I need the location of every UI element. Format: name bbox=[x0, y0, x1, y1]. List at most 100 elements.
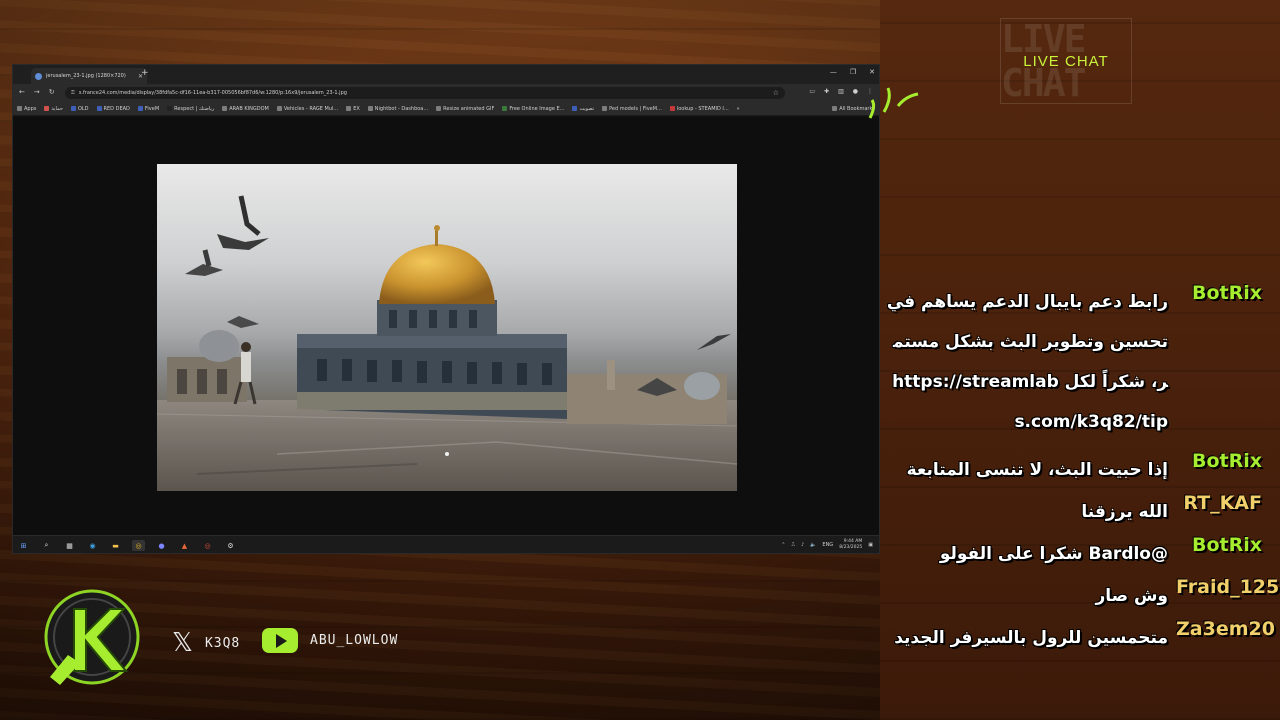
taskbar-clock[interactable]: 9:44 AM 8/23/2025 bbox=[839, 539, 862, 551]
adobe-icon[interactable]: ▲ bbox=[178, 540, 191, 551]
more-bookmarks-icon[interactable]: » bbox=[737, 106, 740, 112]
bookmark-item[interactable]: تصويت bbox=[572, 106, 594, 112]
bookmark-label: Resize animated GIF bbox=[443, 105, 495, 112]
x-handle: K3Q8 bbox=[204, 635, 241, 651]
mic-icon[interactable]: ♪ bbox=[801, 542, 804, 548]
volume-icon[interactable]: 🔈 bbox=[810, 542, 816, 548]
start-icon[interactable]: ⊞ bbox=[17, 540, 30, 551]
bookmark-label: تصويت bbox=[579, 105, 595, 112]
bookmark-label: Respect | رياضتك bbox=[174, 105, 215, 112]
chrome-icon[interactable]: ◎ bbox=[132, 540, 145, 551]
bookmark-item[interactable]: Vehicles - RAGE Mul... bbox=[276, 105, 339, 112]
chat-message: رابط دعم بايبال الدعم يساهم في تحسين وتط… bbox=[886, 282, 1262, 442]
tray-expand-icon[interactable]: ⌃ bbox=[781, 542, 785, 548]
edge-icon[interactable]: ◉ bbox=[86, 540, 99, 551]
reload-icon[interactable]: ↻ bbox=[49, 88, 55, 96]
clock-date: 8/23/2025 bbox=[839, 545, 863, 550]
youtube-handle: ABU_LOWLOW bbox=[310, 633, 399, 648]
bookmark-label: Apps bbox=[24, 105, 37, 112]
maximize-icon[interactable]: ❐ bbox=[850, 68, 856, 76]
site-info-icon[interactable]: ⚿ bbox=[71, 90, 75, 96]
jerusalem-photo-art bbox=[157, 195, 737, 491]
notification-icon[interactable]: ▣ bbox=[868, 542, 873, 548]
sidepanel-icon[interactable]: ▥ bbox=[838, 88, 844, 95]
chat-message-text: @Bardlo شكرا على الفولو bbox=[939, 544, 1168, 564]
chrome-profile-icon[interactable]: ◎ bbox=[201, 540, 214, 551]
extensions-icon[interactable]: ✚ bbox=[824, 88, 829, 95]
chat-message: وش صار Fraid_1258 bbox=[886, 576, 1280, 616]
jerusalem-photo[interactable] bbox=[157, 164, 737, 491]
bookmark-label: Free Online Image E... bbox=[509, 105, 565, 112]
profile-avatar-icon[interactable]: ● bbox=[853, 88, 858, 95]
chat-message: إذا حبيت البث، لا تنسى المتابعة BotRix bbox=[886, 450, 1262, 490]
bookmark-item[interactable]: FiveM bbox=[137, 106, 159, 112]
bookmark-item[interactable]: Respect | رياضتك bbox=[167, 106, 214, 112]
language-indicator[interactable]: ENG bbox=[822, 542, 833, 548]
bookmark-label: ARAB KINGDOM bbox=[229, 105, 269, 112]
browser-tab-bar: jerusalem_23-1.jpg (1280×720) ✕ + — ❐ ✕ bbox=[13, 65, 879, 84]
bookmark-item[interactable]: Apps bbox=[17, 106, 36, 112]
taskbar-apps: ⊞ ⌕ ▦ ◉ ▬ ◎ ● ▲ ◎ ⚙ bbox=[17, 540, 237, 551]
bookmark-label: حماية bbox=[51, 105, 63, 112]
settings-icon[interactable]: ⚙ bbox=[224, 540, 237, 551]
chat-username: BotRix bbox=[1191, 534, 1262, 556]
cast-icon[interactable]: ▭ bbox=[809, 88, 815, 95]
chat-title: LIVE CHAT bbox=[1023, 52, 1109, 70]
bookmark-item[interactable]: EX bbox=[346, 106, 360, 112]
youtube-logo-icon bbox=[262, 628, 298, 653]
tab-title: jerusalem_23-1.jpg (1280×720) bbox=[46, 73, 126, 79]
bookmark-label: RED DEAD bbox=[103, 105, 130, 112]
bookmarks-bar: Apps حماية OLD RED DEAD FiveM Respect | … bbox=[13, 102, 879, 116]
bookmark-item[interactable]: lookup - STEAMID I... bbox=[669, 106, 729, 112]
bookmark-item[interactable]: Ped models | FiveM... bbox=[602, 106, 662, 112]
system-tray: ⌃ ⎍ ♪ 🔈 ENG 9:44 AM 8/23/2025 ▣ bbox=[781, 539, 873, 551]
x-logo-icon: 𝕏 bbox=[172, 628, 193, 658]
bookmark-item[interactable]: حماية bbox=[44, 106, 63, 112]
window-controls: — ❐ ✕ bbox=[830, 68, 875, 76]
chat-message: متحمسين للرول بالسيرفر الجديد Za3em20 bbox=[886, 618, 1275, 658]
chat-message-text: وش صار bbox=[1095, 586, 1168, 606]
discord-icon[interactable]: ● bbox=[155, 540, 168, 551]
bookmark-item[interactable]: OLD bbox=[70, 105, 89, 112]
shared-screen: jerusalem_23-1.jpg (1280×720) ✕ + — ❐ ✕ … bbox=[12, 64, 880, 554]
bookmark-item[interactable]: Nightbot - Dashboa... bbox=[367, 105, 429, 112]
bookmark-item[interactable]: Free Online Image E... bbox=[502, 106, 564, 112]
chat-message: الله يرزقنا RT_KAF bbox=[886, 492, 1262, 532]
task-view-icon[interactable]: ▦ bbox=[63, 540, 76, 551]
chat-username: BotRix bbox=[1191, 282, 1262, 304]
nav-buttons: ← → ↻ bbox=[19, 88, 55, 96]
green-scribble-decoration bbox=[868, 87, 919, 119]
chat-username: RT_KAF bbox=[1183, 492, 1262, 514]
chat-message-text: متحمسين للرول بالسيرفر الجديد bbox=[894, 628, 1168, 648]
bookmark-item[interactable]: ARAB KINGDOM bbox=[222, 106, 269, 112]
bookmark-label: Ped models | FiveM... bbox=[609, 105, 662, 112]
forward-icon[interactable]: → bbox=[34, 88, 40, 96]
bookmark-item[interactable]: » bbox=[737, 106, 740, 112]
browser-tab[interactable]: jerusalem_23-1.jpg (1280×720) ✕ bbox=[31, 68, 147, 84]
search-icon[interactable]: ⌕ bbox=[40, 540, 53, 551]
tab-favicon-icon bbox=[35, 72, 42, 80]
bookmark-item[interactable]: Resize animated GIF bbox=[436, 106, 494, 112]
new-tab-button[interactable]: + bbox=[141, 68, 149, 78]
chat-message-text: إذا حبيت البث، لا تنسى المتابعة bbox=[906, 460, 1168, 480]
address-bar[interactable]: ⚿ s.france24.com/media/display/38fdfa5c-… bbox=[65, 87, 785, 99]
bookmark-label: OLD bbox=[77, 105, 89, 112]
chat-username: Za3em20 bbox=[1176, 618, 1275, 640]
x-social: 𝕏 K3Q8 bbox=[172, 628, 240, 658]
bookmark-item[interactable]: RED DEAD bbox=[96, 105, 130, 112]
bookmark-label: Nightbot - Dashboa... bbox=[374, 105, 429, 112]
bookmark-label: Vehicles - RAGE Mul... bbox=[283, 105, 339, 112]
chat-message-text: رابط دعم بايبال الدعم يساهم في تحسين وتط… bbox=[886, 292, 1168, 432]
network-icon[interactable]: ⎍ bbox=[791, 542, 795, 548]
back-icon[interactable]: ← bbox=[19, 88, 25, 96]
chat-username: BotRix bbox=[1191, 450, 1262, 472]
chat-header: LIVE CHAT LIVE CHAT bbox=[1000, 17, 1132, 105]
chat-message-text: الله يرزقنا bbox=[1081, 502, 1168, 522]
bookmark-star-icon[interactable]: ☆ bbox=[773, 89, 779, 97]
bookmark-label: EX bbox=[353, 105, 360, 112]
file-explorer-icon[interactable]: ▬ bbox=[109, 540, 122, 551]
chat-username: Fraid_1258 bbox=[1176, 576, 1280, 598]
url-text: s.france24.com/media/display/38fdfa5c-df… bbox=[78, 90, 347, 96]
close-window-icon[interactable]: ✕ bbox=[869, 68, 875, 76]
minimize-icon[interactable]: — bbox=[830, 68, 837, 76]
